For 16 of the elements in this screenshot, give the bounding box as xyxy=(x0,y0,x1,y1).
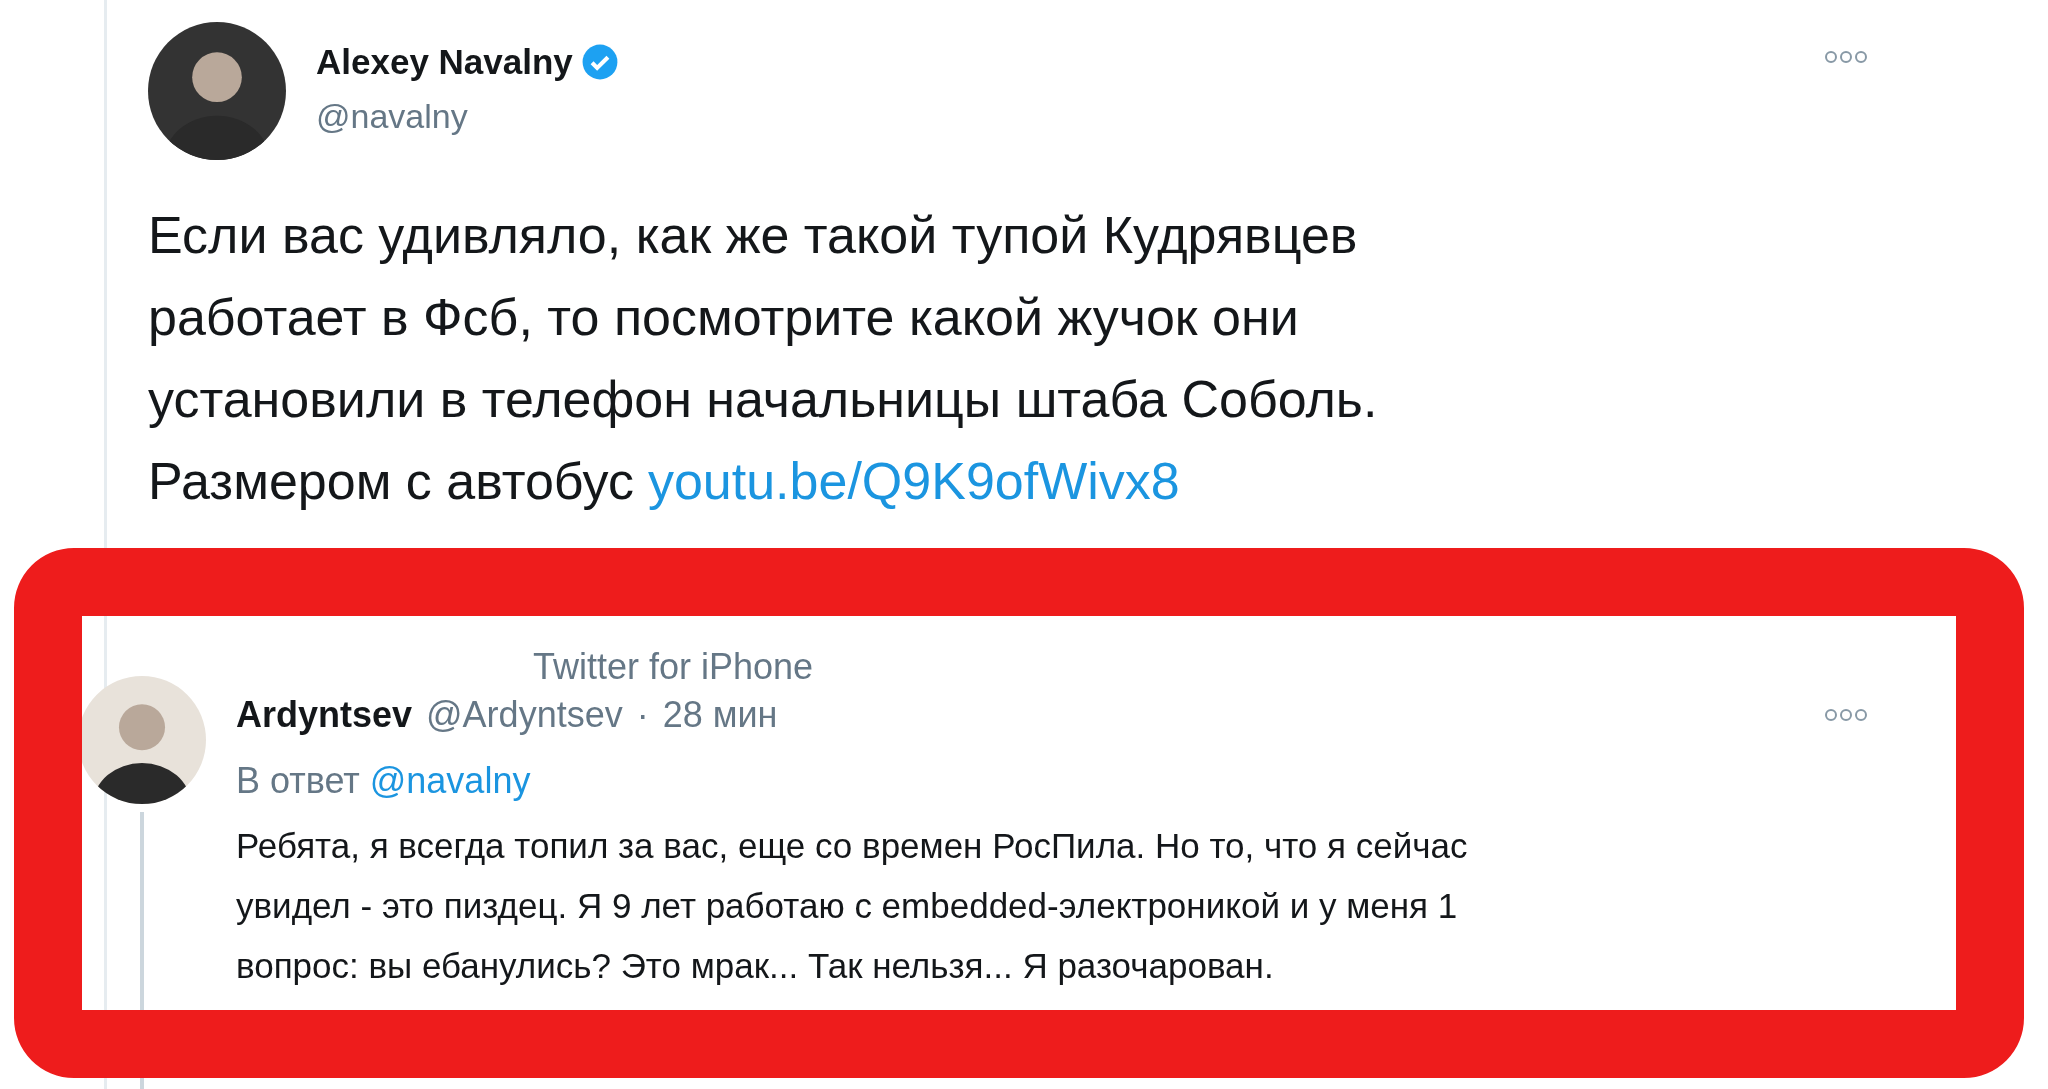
reply-time: 28 мин xyxy=(662,693,779,737)
tweet-text-line: работает в Фсб, то посмотрите какой жучок они xyxy=(148,287,1300,348)
author-handle[interactable]: @navalny xyxy=(316,90,1794,142)
more-icon[interactable] xyxy=(1824,708,1868,722)
video-link[interactable]: youtu.be/Q9K9ofWivx8 xyxy=(647,440,1180,522)
tweet-text-line: Размером с автобус xyxy=(148,451,634,512)
mention-link[interactable]: @navalny xyxy=(369,754,531,808)
reply-text-line: увидел - это пиздец. Я 9 лет работаю с embedded-электроникой и у меня 1 xyxy=(236,885,1458,927)
reply-text-line: Ребята, я всегда топил за вас, еще со времен РосПила. Но то, что я сейчас xyxy=(236,825,1468,867)
separator-dot: · xyxy=(636,693,649,737)
author-name[interactable]: Alexey Navalny xyxy=(316,36,573,89)
reply-to-label: В ответ xyxy=(236,759,360,803)
more-icon[interactable] xyxy=(1824,50,1868,64)
reply-text-line: вопрос: вы ебанулись? Это мрак... Так нельзя... Я разочарован. xyxy=(236,945,1274,987)
tweet-text-line: Если вас удивляло, как же такой тупой Кудрявцев xyxy=(148,205,1359,266)
tweet-text-line: установили в телефон начальницы штаба Соболь. xyxy=(148,369,1379,430)
